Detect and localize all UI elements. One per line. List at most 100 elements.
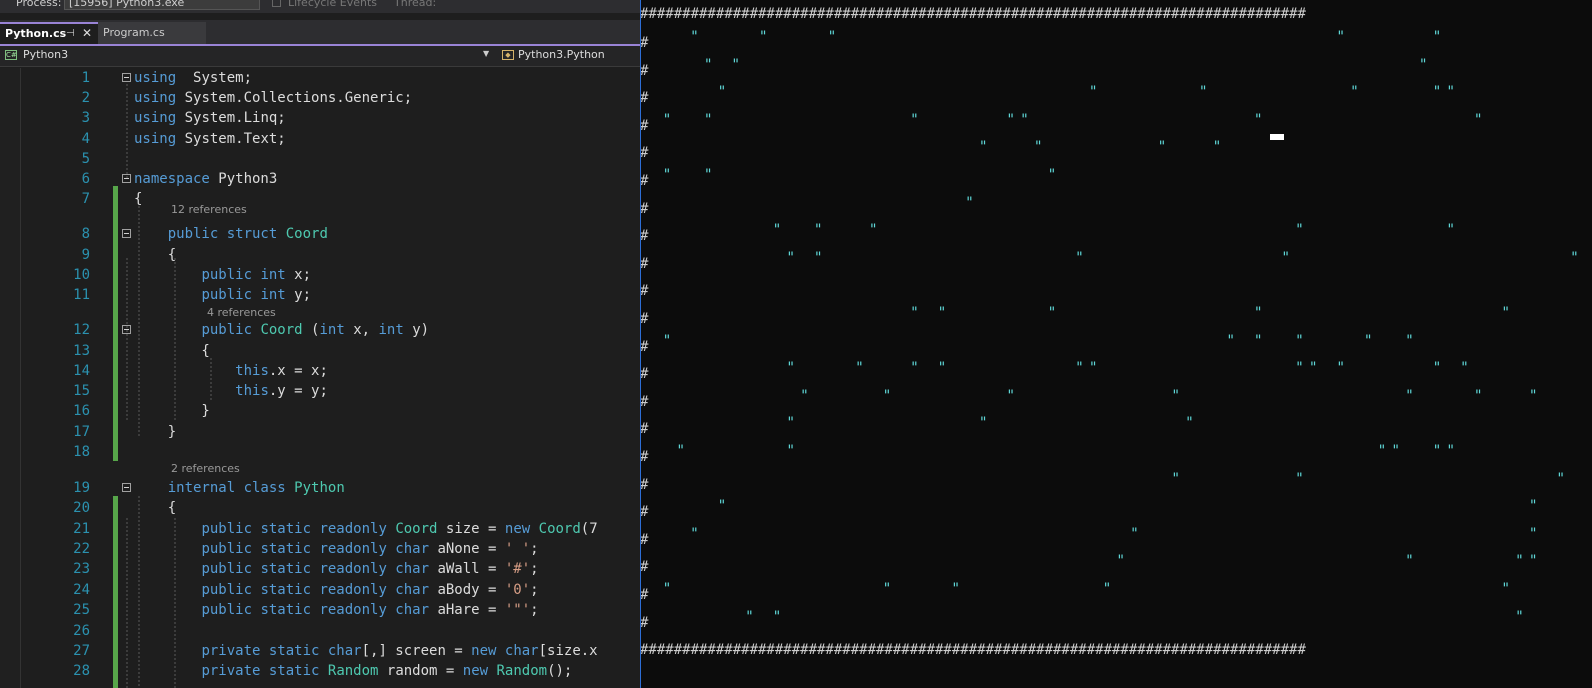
- line-number: 1: [81, 70, 90, 86]
- hare-cell: ": [1254, 111, 1263, 128]
- wall-cell: #: [640, 449, 649, 465]
- collapse-icon[interactable]: [122, 73, 131, 82]
- code-token: using: [134, 131, 177, 147]
- code-token: ;: [530, 582, 539, 598]
- line-number: 16: [73, 403, 90, 419]
- hare-cell: ": [1047, 305, 1057, 321]
- project-dropdown[interactable]: C# Python3 ▼: [4, 46, 492, 66]
- collapse-icon[interactable]: [122, 174, 131, 183]
- hare-cell: ": [1529, 525, 1538, 542]
- hare-cell: ": [772, 608, 782, 625]
- chevron-down-icon[interactable]: ▼: [483, 49, 489, 58]
- code-token: [size.x: [538, 643, 598, 659]
- pin-icon[interactable]: ⊣: [66, 24, 75, 43]
- code-token: size =: [437, 521, 505, 537]
- hare-cell: ": [717, 498, 727, 515]
- hare-cell: ": [1405, 387, 1414, 404]
- tab-program-cs[interactable]: Program.cs: [98, 22, 206, 44]
- tab-label: Python.cs: [5, 27, 67, 40]
- code-token: Python3: [209, 171, 278, 187]
- wall-cell: #: [640, 255, 649, 272]
- hare-cell: ": [1171, 387, 1180, 404]
- code-text: this.y = y;: [134, 381, 328, 401]
- code-lens-references[interactable]: 12 references: [171, 203, 247, 217]
- hare-cell: ": [1212, 139, 1222, 156]
- code-token: using: [134, 70, 177, 86]
- code-line: 27 private static char[,] screen = new c…: [0, 641, 640, 661]
- line-number: 6: [81, 171, 90, 187]
- code-line: 15 this.y = y;: [0, 381, 640, 401]
- hare-cell: ": [1295, 360, 1304, 377]
- code-text: {: [134, 189, 142, 209]
- hare-cell: ": [1405, 332, 1414, 349]
- hare-cell: ": [937, 305, 947, 321]
- hare-cell: ": [717, 84, 727, 101]
- line-number: 13: [73, 343, 90, 359]
- tab-python-cs[interactable]: Python.cs ⊣ ✕: [0, 22, 98, 44]
- hare-cell: ": [1501, 305, 1510, 321]
- hare-cell: ": [1446, 222, 1455, 239]
- line-number: 9: [81, 247, 90, 263]
- close-icon[interactable]: ✕: [82, 24, 92, 43]
- hare-cell: ": [855, 360, 864, 377]
- process-label: Process:: [16, 0, 62, 9]
- collapse-icon[interactable]: [122, 325, 131, 334]
- process-dropdown[interactable]: [15956] Python3.exe: [64, 0, 260, 10]
- wall-cell: #: [640, 338, 649, 355]
- line-number: 24: [73, 582, 90, 598]
- hare-cell: ": [951, 581, 960, 597]
- line-number: 23: [73, 561, 90, 577]
- hare-cell: ": [1419, 56, 1428, 73]
- hare-cell: ": [1446, 84, 1455, 101]
- line-number: 10: [73, 267, 90, 283]
- hare-cell: ": [1102, 581, 1112, 597]
- code-text: public static readonly char aBody = '0';: [134, 580, 539, 600]
- hare-cell: ": [800, 387, 809, 404]
- hare-cell: ": [1501, 581, 1510, 597]
- thread-label: Thread:: [394, 0, 437, 9]
- code-text: using System.Collections.Generic;: [134, 88, 412, 108]
- hare-cell: ": [1529, 553, 1538, 570]
- code-token: aHare =: [429, 602, 505, 618]
- code-token: ' ': [504, 541, 531, 557]
- code-token: namespace: [134, 171, 210, 187]
- hare-cell: ": [814, 249, 823, 266]
- wall-cell: #: [640, 393, 649, 410]
- hare-cell: ": [965, 194, 974, 211]
- code-text: }: [134, 401, 209, 421]
- hare-cell: ": [1309, 360, 1318, 377]
- code-token: private static: [201, 663, 320, 679]
- hare-cell: ": [1199, 84, 1208, 101]
- code-token: System.Linq;: [176, 110, 286, 126]
- hare-cell: ": [1529, 387, 1538, 404]
- code-token: (: [302, 322, 320, 338]
- code-text: using System.Linq;: [134, 108, 286, 128]
- line-number: 27: [73, 643, 90, 659]
- document-tab-strip: Python.cs ⊣ ✕ Program.cs: [0, 20, 640, 46]
- hare-cell: ": [1089, 84, 1098, 101]
- code-token: public static readonly char: [201, 602, 430, 618]
- code-line: 4 using System.Text;: [0, 129, 640, 149]
- code-lens-references[interactable]: 2 references: [171, 462, 240, 476]
- line-number: 28: [73, 663, 90, 679]
- lifecycle-events-checkbox[interactable]: [272, 0, 281, 7]
- code-token: ;: [530, 602, 539, 618]
- line-number: 21: [73, 521, 90, 537]
- hare-cell: ": [662, 581, 672, 597]
- hare-cell: ": [1226, 332, 1235, 349]
- collapse-icon[interactable]: [122, 483, 131, 492]
- code-line: 13 {: [0, 341, 640, 361]
- hare-cell: ": [1281, 249, 1290, 266]
- collapse-icon[interactable]: [122, 229, 131, 238]
- hare-cell: ": [759, 29, 768, 45]
- code-token: Coord: [538, 521, 581, 537]
- code-area[interactable]: 1 using System; 2 using System.Collections.…: [0, 68, 640, 688]
- code-lens-references[interactable]: 4 references: [207, 306, 276, 320]
- code-token: public static readonly char: [201, 561, 430, 577]
- type-dropdown[interactable]: ◆ Python3.Python: [502, 46, 640, 66]
